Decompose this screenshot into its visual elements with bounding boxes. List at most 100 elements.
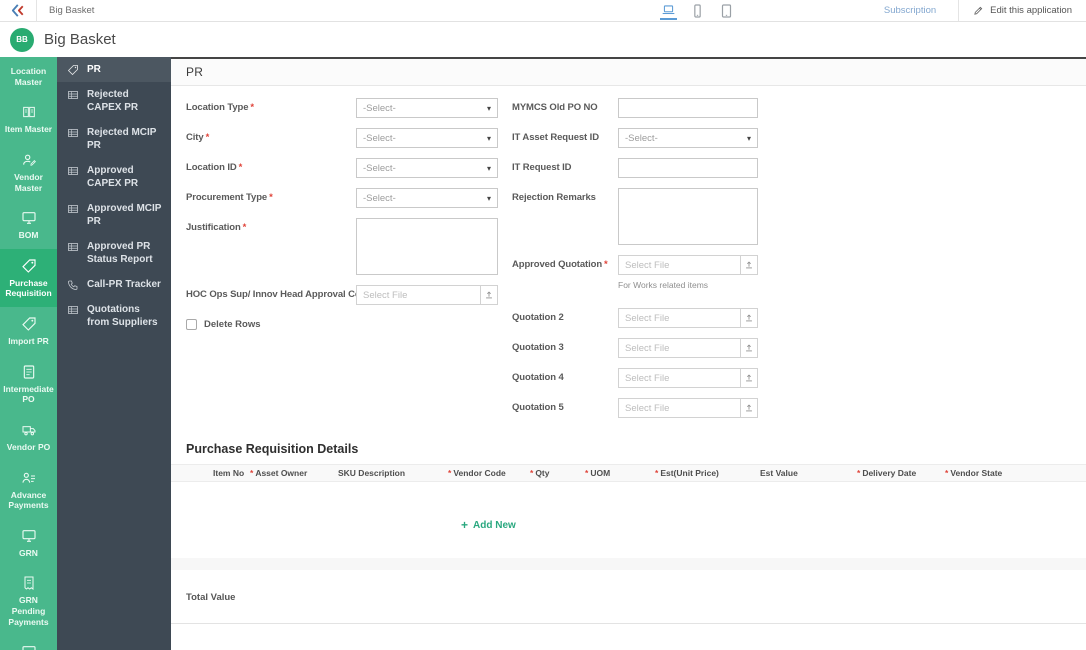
column-est-unit-price: * Est(Unit Price) — [655, 468, 719, 478]
sidebar-item-grn[interactable]: GRN — [0, 519, 57, 567]
sidebar-item-asset-transfer[interactable]: Asset Transfer — [0, 635, 57, 650]
delete-rows-label: Delete Rows — [204, 319, 261, 330]
field-label: Approved Quotation * — [512, 259, 608, 270]
tag-icon — [21, 258, 37, 274]
rejection-remarks-textarea[interactable] — [618, 188, 758, 245]
column-est-value: Est Value — [760, 468, 798, 478]
chevron-down-icon: ▾ — [486, 193, 491, 203]
column-item-no: Item No — [213, 468, 245, 478]
required-asterisk: * — [604, 259, 608, 270]
form-field-row: IT Request ID — [512, 158, 932, 178]
select-placeholder: -Select- — [363, 192, 396, 204]
upload-icon[interactable] — [740, 368, 758, 388]
hoc-ops-sup-innov-head-approval-copy-file-input[interactable]: Select File — [356, 285, 480, 305]
select-placeholder: -Select- — [363, 162, 396, 174]
form-field-row: Quotation 5 Select File — [512, 398, 932, 418]
app-header: BB Big Basket — [0, 22, 1086, 57]
justification-textarea[interactable] — [356, 218, 498, 275]
sidebar-item-label: GRN Pending Payments — [8, 595, 49, 627]
form-field-row: Justification * — [186, 218, 512, 275]
sidebar-item-grn-pending-payments[interactable]: GRN Pending Payments — [0, 566, 57, 635]
procurement-type-select[interactable]: -Select- ▾ — [356, 188, 498, 208]
edit-application-button[interactable]: Edit this application — [958, 0, 1086, 21]
delete-rows-row: Delete Rows — [186, 319, 512, 330]
add-new-button[interactable]: + Add New — [461, 518, 531, 532]
subsidebar-item-approved-mcip-pr[interactable]: Approved MCIP PR — [57, 196, 171, 234]
sidebar-item-label: GRN — [19, 547, 38, 558]
subsidebar-item-label: Rejected MCIP PR — [87, 127, 157, 151]
subsidebar-item-quotations-from-suppliers[interactable]: Quotations from Suppliers — [57, 297, 171, 335]
subsidebar-item-label: Rejected CAPEX PR — [87, 89, 139, 113]
upload-icon[interactable] — [740, 255, 758, 275]
select-placeholder: -Select- — [363, 102, 396, 114]
sidebar-item-bom[interactable]: BOM — [0, 201, 57, 249]
add-new-label: Add New — [473, 519, 516, 531]
location-id-select[interactable]: -Select- ▾ — [356, 158, 498, 178]
sidebar-item-label: Purchase Requisition — [5, 277, 52, 299]
upload-icon[interactable] — [740, 308, 758, 328]
secondary-sidebar: PR Rejected CAPEX PR Rejected MCIP PR Appro… — [57, 57, 171, 650]
sidebar-item-vendor-master[interactable]: Vendor Master — [0, 143, 57, 201]
subsidebar-item-approved-capex-pr[interactable]: Approved CAPEX PR — [57, 158, 171, 196]
sidebar-item-label: Import PR — [8, 336, 49, 346]
form-title: PR — [186, 65, 204, 79]
file-placeholder: Select File — [625, 402, 670, 414]
app-title: Big Basket — [44, 31, 116, 48]
delete-rows-checkbox[interactable] — [186, 319, 197, 330]
subscription-link[interactable]: Subscription — [862, 5, 958, 16]
device-mobile-button[interactable] — [689, 3, 706, 20]
tag-icon — [21, 316, 37, 332]
subsidebar-item-rejected-capex-pr[interactable]: Rejected CAPEX PR — [57, 82, 171, 120]
sidebar-item-location-master[interactable]: Location Master — [0, 57, 57, 95]
quotation-2-file-input[interactable]: Select File — [618, 308, 740, 328]
subsidebar-item-pr[interactable]: PR — [57, 57, 171, 82]
subsidebar-item-call-pr-tracker[interactable]: Call-PR Tracker — [57, 272, 171, 297]
sidebar-item-vendor-po[interactable]: Vendor PO — [0, 413, 57, 461]
it-request-id-input[interactable] — [618, 158, 758, 178]
column-uom: * UOM — [585, 468, 611, 478]
column-asset-owner: * Asset Owner — [250, 468, 308, 478]
sidebar-item-label: BOM — [18, 230, 39, 241]
sidebar-item-purchase-requisition[interactable]: Purchase Requisition — [0, 248, 57, 307]
subsidebar-item-rejected-mcip-pr[interactable]: Rejected MCIP PR — [57, 120, 171, 158]
device-laptop-button[interactable] — [660, 3, 677, 20]
column-qty: * Qty — [530, 468, 550, 478]
quotation-5-file-input[interactable]: Select File — [618, 398, 740, 418]
approved-quotation-file-input[interactable]: Select File — [618, 255, 740, 275]
field-label: IT Request ID — [512, 162, 572, 173]
upload-icon[interactable] — [740, 338, 758, 358]
upload-icon[interactable] — [480, 285, 498, 305]
topbar-app-name: Big Basket — [49, 5, 95, 16]
form-field-row: IT Asset Request ID -Select- ▾ — [512, 128, 932, 148]
file-placeholder: Select File — [625, 372, 670, 384]
form-title-bar: PR — [171, 57, 1086, 86]
plus-icon: + — [461, 518, 469, 532]
upload-icon[interactable] — [740, 398, 758, 418]
subsidebar-item-approved-pr-status-report[interactable]: Approved PR Status Report — [57, 234, 171, 272]
quotation-3-file-input[interactable]: Select File — [618, 338, 740, 358]
field-label: Quotation 3 — [512, 342, 564, 353]
location-type-select[interactable]: -Select- ▾ — [356, 98, 498, 118]
mymcs-old-po-no-input[interactable] — [618, 98, 758, 118]
main-content: PR Location Type * -Select- ▾ City * -Select- ▾… — [171, 57, 1086, 650]
subsidebar-item-label: Call-PR Tracker — [87, 279, 161, 290]
select-placeholder: -Select- — [363, 132, 396, 144]
sidebar-item-label: Advance Payments — [8, 489, 49, 511]
subsidebar-item-label: PR — [87, 64, 101, 75]
sidebar-item-intermediate-po[interactable]: Intermediate PO — [0, 355, 57, 413]
it-asset-request-id-select[interactable]: -Select- ▾ — [618, 128, 758, 148]
subsidebar-item-label: Approved PR Status Report — [87, 241, 153, 265]
pencil-icon — [974, 6, 983, 15]
form-left-column: Location Type * -Select- ▾ City * -Select- ▾ Loc… — [186, 98, 512, 428]
required-asterisk: * — [205, 132, 210, 143]
field-label: Quotation 5 — [512, 402, 564, 413]
city-select[interactable]: -Select- ▾ — [356, 128, 498, 148]
sidebar-item-advance-payments[interactable]: Advance Payments — [0, 461, 57, 519]
sidebar-item-item-master[interactable]: Item Master — [0, 95, 57, 143]
device-tablet-button[interactable] — [718, 3, 735, 20]
sidebar-item-label: Item Master — [4, 124, 53, 135]
quotation-4-file-input[interactable]: Select File — [618, 368, 740, 388]
form-field-row: Procurement Type * -Select- ▾ — [186, 188, 512, 208]
sidebar-item-import-pr[interactable]: Import PR — [0, 307, 57, 355]
field-label: Justification * — [186, 222, 247, 233]
